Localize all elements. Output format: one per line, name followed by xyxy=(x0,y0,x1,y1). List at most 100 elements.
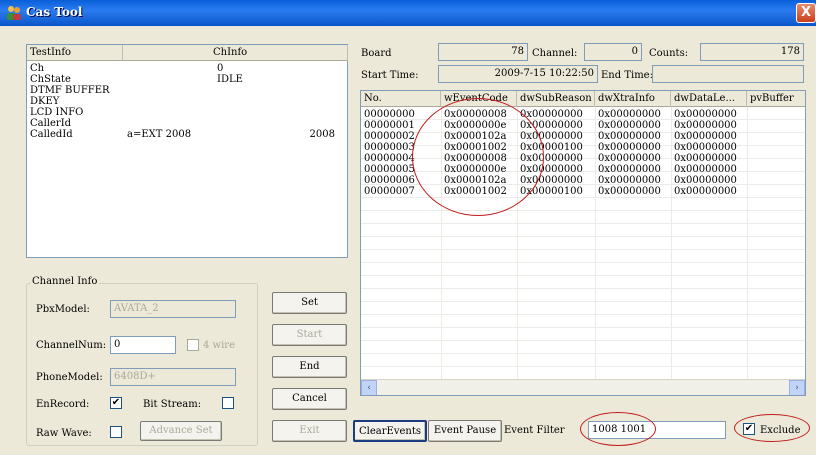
board-field[interactable]: 78 xyxy=(438,43,528,61)
event-cell: 0x00000000 xyxy=(520,109,583,120)
event-filter-label: Event Filter xyxy=(504,425,565,436)
start-time-label: Start Time: xyxy=(361,70,419,81)
window-title: Cas Tool xyxy=(26,5,83,19)
event-cell: 00000001 xyxy=(364,120,415,131)
cancel-button[interactable]: Cancel xyxy=(272,388,347,410)
info-row-label: DKEY xyxy=(30,96,60,107)
event-list[interactable]: No. wEventCode dwSubReason dwXtraInfo dw… xyxy=(360,90,806,396)
exit-button[interactable]: Exit xyxy=(272,420,347,442)
en-record-checkbox[interactable]: ✔ xyxy=(110,397,122,409)
phone-model-field[interactable]: 6408D+ xyxy=(110,368,236,386)
grid-row-line xyxy=(361,198,805,211)
grid-row-line xyxy=(361,224,805,237)
event-cell: 0x00001002 xyxy=(444,186,507,197)
set-button[interactable]: Set xyxy=(272,292,347,314)
event-row[interactable]: 00000003 0x00001002 0x00000100 0x00000000 0x… xyxy=(361,142,805,153)
event-cell: 0x00000000 xyxy=(520,131,583,142)
board-value: 78 xyxy=(511,46,524,57)
pbx-model-field[interactable]: AVATA_2 xyxy=(110,300,236,318)
grid-row-line xyxy=(361,289,805,302)
grid-row-line xyxy=(361,276,805,289)
header-dwsubreason[interactable]: dwSubReason xyxy=(517,91,595,107)
event-cell: 0x00000000 xyxy=(674,120,737,131)
event-cell: 0x00000000 xyxy=(674,142,737,153)
header-testinfo[interactable]: TestInfo xyxy=(27,45,123,61)
header-chinfo[interactable]: ChInfo xyxy=(123,45,348,61)
start-time-field[interactable]: 2009-7-15 10:22:50 xyxy=(438,65,598,83)
end-time-label: End Time: xyxy=(601,70,653,81)
title-bar[interactable]: Cas Tool X xyxy=(0,0,816,26)
event-row[interactable]: 00000005 0x0000000e 0x00000000 0x00000000 0x… xyxy=(361,164,805,175)
test-info-list[interactable]: TestInfo ChInfo Ch 0 ChState IDLE DTMF BUFFE… xyxy=(26,44,348,258)
event-cell: 0x00000000 xyxy=(520,120,583,131)
raw-wave-checkbox[interactable] xyxy=(110,426,122,438)
event-row[interactable]: 00000004 0x00000008 0x00000000 0x00000000 0x… xyxy=(361,153,805,164)
grid-row-line xyxy=(361,237,805,250)
pbx-model-label: PbxModel: xyxy=(36,304,90,315)
event-cell: 0x00000000 xyxy=(520,175,583,186)
event-row[interactable]: 00000000 0x00000008 0x00000000 0x00000000 0x… xyxy=(361,109,805,120)
header-dwdatalen[interactable]: dwDataLe... xyxy=(671,91,747,107)
bit-stream-checkbox[interactable] xyxy=(222,397,234,409)
start-button[interactable]: Start xyxy=(272,324,347,346)
exclude-label: Exclude xyxy=(760,425,801,436)
channel-num-label: ChannelNum: xyxy=(36,340,107,351)
event-cell: 0x00000000 xyxy=(598,120,661,131)
event-cell: 0x00000008 xyxy=(444,109,507,120)
event-cell: 0x00000100 xyxy=(520,142,583,153)
event-cell: 0x00000000 xyxy=(598,153,661,164)
test-info-header: TestInfo ChInfo xyxy=(27,45,348,61)
scroll-left-icon[interactable]: ‹ xyxy=(361,380,377,395)
info-row-label: CallerId xyxy=(30,118,72,129)
grid-row-line xyxy=(361,354,805,367)
advance-set-button[interactable]: Advance Set xyxy=(140,421,222,441)
event-cell: 0x0000102a xyxy=(444,131,507,142)
event-row[interactable]: 00000001 0x0000000e 0x00000000 0x00000000 0x… xyxy=(361,120,805,131)
info-row-label: Ch xyxy=(30,63,45,74)
grid-row-line xyxy=(361,328,805,341)
event-pause-button[interactable]: Event Pause xyxy=(428,420,502,442)
event-filter-input[interactable]: 1008 1001 xyxy=(588,421,726,439)
users-icon xyxy=(7,6,21,20)
event-row[interactable]: 00000006 0x0000102a 0x00000000 0x00000000 0x… xyxy=(361,175,805,186)
scroll-right-icon[interactable]: › xyxy=(789,380,805,395)
grid-row-line xyxy=(361,341,805,354)
clear-events-button[interactable]: ClearEvents xyxy=(353,420,427,442)
event-cell: 0x00000008 xyxy=(444,153,507,164)
end-button[interactable]: End xyxy=(272,356,347,378)
event-row[interactable]: 00000007 0x00001002 0x00000100 0x00000000 0x… xyxy=(361,186,805,197)
header-dwxtrainfo[interactable]: dwXtraInfo xyxy=(595,91,671,107)
header-no[interactable]: No. xyxy=(361,91,441,107)
event-cell: 0x00000000 xyxy=(674,164,737,175)
counts-label: Counts: xyxy=(649,48,689,59)
counts-field[interactable]: 178 xyxy=(700,43,804,61)
header-pvbuffer[interactable]: pvBuffer xyxy=(747,91,805,107)
bit-stream-label: Bit Stream: xyxy=(143,399,202,410)
event-cell: 0x00000000 xyxy=(598,131,661,142)
phone-model-label: PhoneModel: xyxy=(36,372,103,383)
event-cell: 00000007 xyxy=(364,186,415,197)
info-row-value: IDLE xyxy=(217,74,243,85)
close-button[interactable]: X xyxy=(796,3,816,23)
event-cell: 0x00000000 xyxy=(598,142,661,153)
horizontal-scrollbar[interactable]: ‹ › xyxy=(361,379,805,395)
event-cell: 0x0000000e xyxy=(444,120,507,131)
four-wire-label: 4 wire xyxy=(203,340,235,351)
channel-field[interactable]: 0 xyxy=(584,43,642,61)
event-row[interactable]: 00000002 0x0000102a 0x00000000 0x00000000 0x… xyxy=(361,131,805,142)
event-cell: 0x00000000 xyxy=(598,186,661,197)
info-row-label: DTMF BUFFER xyxy=(30,85,110,96)
event-cell: 0x00001002 xyxy=(444,142,507,153)
raw-wave-label: Raw Wave: xyxy=(36,428,92,439)
four-wire-checkbox[interactable] xyxy=(187,339,199,351)
exclude-checkbox[interactable]: ✔ xyxy=(743,423,755,435)
grid-row-line xyxy=(361,302,805,315)
header-weventcode[interactable]: wEventCode xyxy=(441,91,517,107)
channel-num-field[interactable]: 0 xyxy=(110,336,176,354)
grid-row-line xyxy=(361,263,805,276)
event-cell: 00000006 xyxy=(364,175,415,186)
end-time-field[interactable] xyxy=(652,65,804,83)
en-record-label: EnRecord: xyxy=(36,399,90,410)
event-cell: 00000005 xyxy=(364,164,415,175)
event-cell: 0x00000000 xyxy=(674,131,737,142)
